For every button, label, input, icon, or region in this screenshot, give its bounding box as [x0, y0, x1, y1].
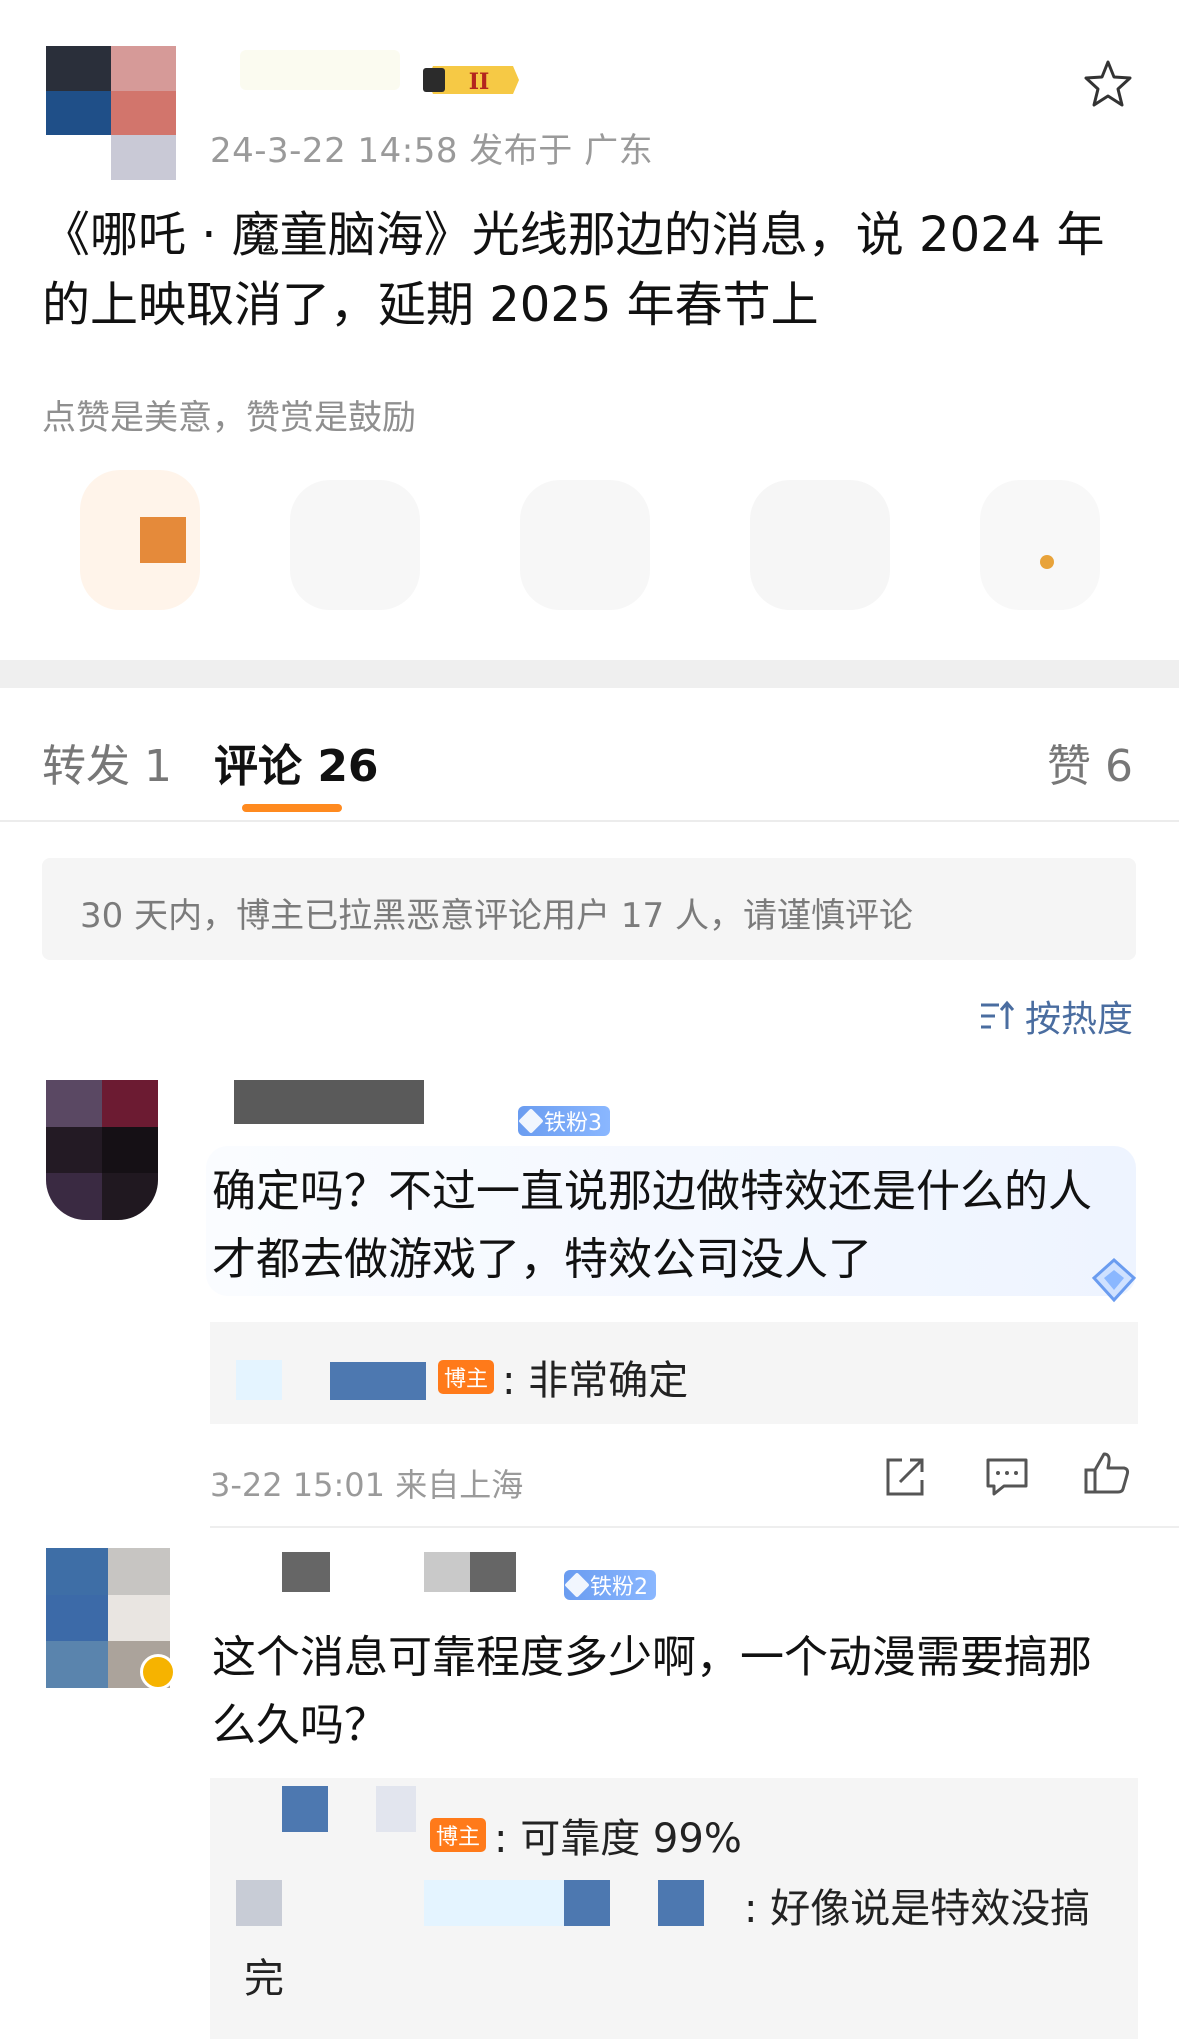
- tab-repost[interactable]: 转发 1: [42, 730, 172, 794]
- thumb-up-icon[interactable]: [1082, 1448, 1132, 1498]
- tab-comments[interactable]: 评论 26: [214, 730, 379, 794]
- reply-text: : 非常确定: [502, 1358, 689, 1404]
- fan-badge-text: 铁粉2: [590, 1575, 648, 1600]
- sort-button[interactable]: 按热度: [979, 990, 1133, 1042]
- share-icon[interactable]: [880, 1452, 930, 1502]
- sort-icon: [980, 1000, 1015, 1029]
- commenter-name-redacted[interactable]: [234, 1080, 424, 1124]
- reward-sticker[interactable]: [520, 480, 650, 610]
- fan-badge-text: 铁粉3: [544, 1111, 602, 1136]
- reward-sticker[interactable]: [980, 480, 1100, 610]
- level-badge-text: II: [469, 69, 490, 95]
- level-badge: II: [423, 66, 519, 95]
- reward-sticker-mark: [1040, 555, 1054, 569]
- comment-icon[interactable]: [982, 1452, 1032, 1502]
- reply-author-redacted[interactable]: [236, 1360, 282, 1400]
- reply-text: : 好像说是特效没搞完: [244, 1886, 1091, 2002]
- tabs-divider: [0, 820, 1179, 822]
- author-name-redacted[interactable]: [240, 50, 400, 90]
- author-avatar[interactable]: [46, 46, 176, 180]
- verified-badge: [140, 1654, 176, 1690]
- fan-badge: 铁粉2: [564, 1570, 656, 1600]
- host-badge: 博主: [430, 1818, 487, 1852]
- diamond-decoration-icon: [1091, 1257, 1137, 1303]
- comment-divider: [210, 1526, 1179, 1528]
- reply-text: : 可靠度 99%: [494, 1816, 742, 1862]
- reply-line: 博主 : 可靠度 99%: [430, 1806, 742, 1864]
- comment-text[interactable]: 确定吗？不过一直说那边做特效还是什么的人才都去做游戏了，特效公司没人了: [212, 1158, 1112, 1294]
- gem-icon: [564, 1572, 590, 1598]
- commenter-avatar[interactable]: [46, 1080, 158, 1220]
- reply-line: 博主 : 非常确定: [438, 1348, 688, 1406]
- comment-notice-text: 30 天内，博主已拉黑恶意评论用户 17 人，请谨慎评论: [80, 896, 913, 936]
- star-icon[interactable]: [1082, 58, 1134, 110]
- reply-author-redacted[interactable]: [282, 1786, 328, 1832]
- reward-sticker-mark: [140, 517, 186, 563]
- host-badge: 博主: [438, 1360, 495, 1394]
- reward-hint: 点赞是美意，赞赏是鼓励: [42, 398, 416, 438]
- tab-likes[interactable]: 赞 6: [1047, 730, 1133, 794]
- reply-author-redacted[interactable]: [376, 1786, 416, 1832]
- reward-sticker[interactable]: [290, 480, 420, 610]
- post-time-location: 24-3-22 14:58 发布于 广东: [210, 131, 654, 171]
- post-text: 《哪吒 · 魔童脑海》光线那边的消息，说 2024 年的上映取消了，延期 202…: [42, 207, 1105, 333]
- fan-badge: 铁粉3: [518, 1106, 610, 1136]
- commenter-name-redacted[interactable]: [282, 1552, 330, 1592]
- commenter-name-redacted[interactable]: [424, 1552, 470, 1592]
- sort-label: 按热度: [1024, 999, 1133, 1040]
- gem-icon: [518, 1108, 544, 1134]
- comment-meta: 3-22 15:01 来自上海: [210, 1466, 524, 1504]
- active-tab-indicator: [242, 804, 342, 812]
- commenter-name-redacted[interactable]: [470, 1552, 516, 1592]
- reply-author-redacted[interactable]: [330, 1362, 426, 1400]
- section-divider: [0, 660, 1179, 688]
- reward-sticker[interactable]: [750, 480, 890, 610]
- comment-text[interactable]: 这个消息可靠程度多少啊，一个动漫需要搞那么久吗？: [212, 1624, 1112, 1760]
